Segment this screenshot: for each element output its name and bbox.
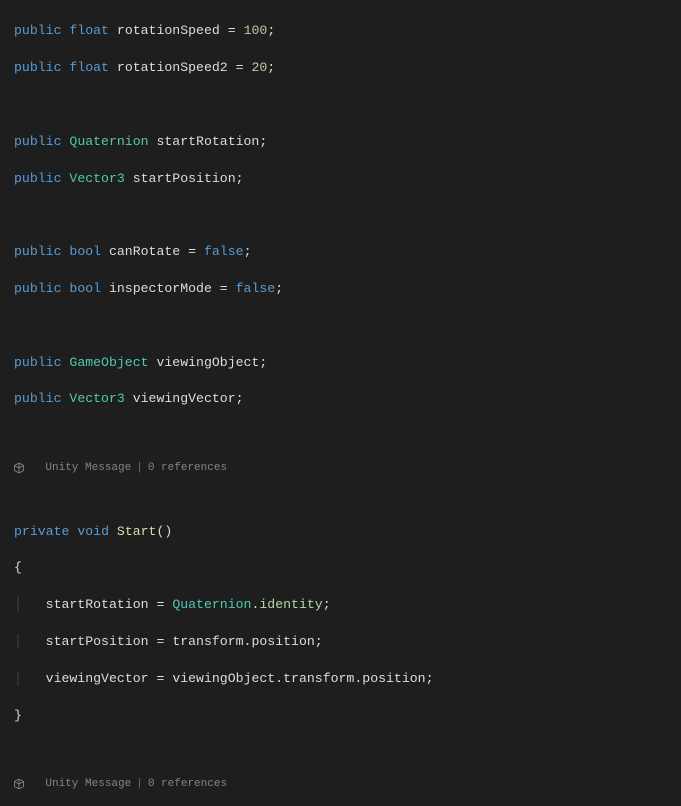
code-line: public GameObject viewingObject; xyxy=(14,354,681,372)
code-line: } xyxy=(14,707,681,725)
code-line: │ startRotation = Quaternion.identity; xyxy=(14,596,681,614)
code-line: public float rotationSpeed = 100; xyxy=(14,22,681,40)
code-line: public Quaternion startRotation; xyxy=(14,133,681,151)
code-line: │ startPosition = transform.position; xyxy=(14,633,681,651)
codelens-references[interactable]: 0 references xyxy=(148,461,227,476)
member: identity xyxy=(259,597,322,612)
unity-cube-icon xyxy=(14,433,40,503)
unity-cube-icon xyxy=(14,749,40,806)
codelens-unity-message[interactable]: Unity Message xyxy=(45,777,131,792)
code-line: public float rotationSpeed2 = 20; xyxy=(14,59,681,77)
codelens-separator: | xyxy=(136,777,143,792)
type-name: Quaternion xyxy=(69,134,148,149)
code-line: { xyxy=(14,559,681,577)
code-line: public Vector3 viewingVector; xyxy=(14,390,681,408)
identifier: rotationSpeed xyxy=(117,23,220,38)
codelens[interactable]: Unity Message | 0 references xyxy=(14,433,681,503)
code-line: public bool inspectorMode = false; xyxy=(14,280,681,298)
code-line: private void Start() xyxy=(14,523,681,541)
code-line: public bool canRotate = false; xyxy=(14,243,681,261)
codelens[interactable]: Unity Message | 0 references xyxy=(14,749,681,806)
code-editor: public float rotationSpeed = 100; public… xyxy=(0,0,681,806)
codelens-unity-message[interactable]: Unity Message xyxy=(45,461,131,476)
codelens-separator: | xyxy=(136,461,143,476)
keyword: public xyxy=(14,23,61,38)
code-line: │ viewingVector = viewingObject.transfor… xyxy=(14,670,681,688)
method-name: Start xyxy=(117,524,157,539)
code-line: public Vector3 startPosition; xyxy=(14,170,681,188)
number-literal: 100 xyxy=(244,23,268,38)
keyword: float xyxy=(69,23,109,38)
codelens-references[interactable]: 0 references xyxy=(148,777,227,792)
